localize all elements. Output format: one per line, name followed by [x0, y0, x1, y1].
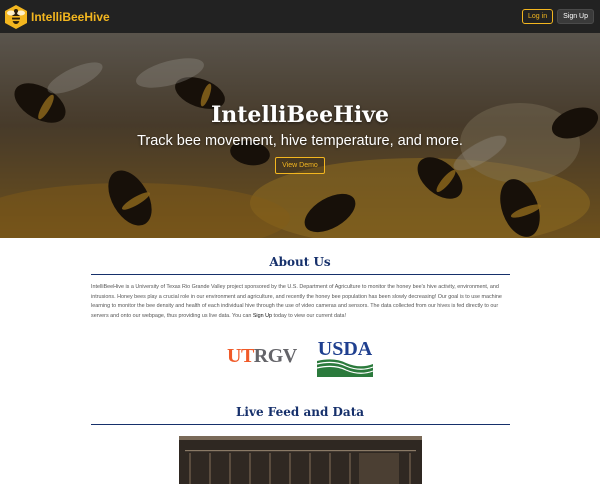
about-divider: [91, 274, 510, 275]
utrgv-logo: UTRGV: [227, 345, 297, 367]
about-paragraph: IntelliBeeHive is a University of Texas …: [91, 284, 502, 320]
hero-banner: IntelliBeeHive Track bee movement, hive …: [0, 33, 600, 238]
login-button[interactable]: Log in: [522, 9, 554, 24]
signup-link[interactable]: Sign Up: [253, 313, 272, 319]
usda-logo: USDA: [316, 338, 374, 377]
live-video-feed[interactable]: [179, 436, 422, 484]
hero-title: IntelliBeeHive: [210, 102, 390, 128]
partner-logos: UTRGV USDA: [0, 336, 600, 378]
bee-hexagon-icon: [5, 4, 27, 29]
top-navbar: IntelliBeeHive Log in Sign Up: [0, 0, 600, 33]
svg-text:USDA: USDA: [318, 338, 373, 360]
live-feed-heading: Live Feed and Data: [235, 405, 365, 419]
signup-button[interactable]: Sign Up: [557, 9, 594, 24]
brand-name: IntelliBeeHive: [31, 9, 110, 24]
hero-content: IntelliBeeHive Track bee movement, hive …: [0, 33, 600, 238]
live-feed-divider: [91, 424, 510, 425]
auth-buttons: Log in Sign Up: [522, 9, 594, 24]
view-demo-button[interactable]: View Demo: [275, 157, 325, 174]
about-heading: About Us: [269, 255, 331, 269]
brand-home-link[interactable]: IntelliBeeHive: [4, 4, 110, 30]
hero-subtitle: Track bee movement, hive temperature, an…: [137, 133, 463, 149]
live-feed-video-frame: [179, 436, 422, 484]
